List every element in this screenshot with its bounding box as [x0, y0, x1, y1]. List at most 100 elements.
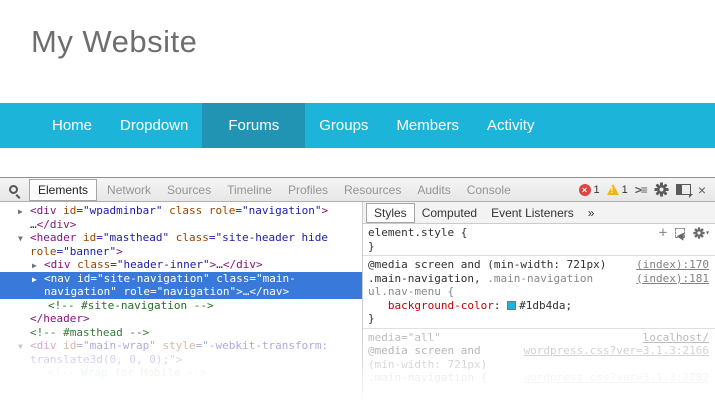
site-title: My Website	[31, 24, 197, 60]
expander-closed-icon[interactable]: ▶	[32, 259, 37, 273]
styles-panel: StylesComputedEvent Listeners» element.s…	[363, 202, 715, 401]
nav-item-dropdown[interactable]: Dropdown	[106, 103, 202, 148]
dom-tree-row[interactable]: navigation" role="navigation">…</nav>	[0, 285, 362, 299]
expander-closed-icon[interactable]: ▶	[18, 205, 23, 219]
tab-timeline[interactable]: Timeline	[219, 180, 280, 200]
sidebar-tab-»[interactable]: »	[581, 204, 602, 222]
dom-tree-row[interactable]: translate3d(0, 0, 0);">	[0, 353, 362, 367]
expander-closed-icon[interactable]: ▶	[32, 273, 37, 287]
dom-tree-row[interactable]: …</div>	[0, 218, 362, 232]
tab-audits[interactable]: Audits	[409, 180, 458, 200]
dom-tree-row[interactable]: ▶<div class="header-inner">…</div>	[0, 258, 362, 272]
warning-badge-icon[interactable]	[607, 184, 619, 195]
tab-sources[interactable]: Sources	[159, 180, 219, 200]
code-text: ="banner"	[57, 245, 117, 258]
devtools-tabs: ElementsNetworkSourcesTimelineProfilesRe…	[27, 178, 519, 201]
gear-icon[interactable]	[654, 182, 669, 197]
code-text: ="main-	[249, 272, 295, 285]
style-rule-line[interactable]: ul.nav-menu {	[363, 285, 715, 299]
code-text: class	[77, 258, 110, 271]
tab-elements[interactable]: Elements	[29, 179, 97, 201]
dom-tree-row[interactable]: ▼<div id="main-wrap" style="-webkit-tran…	[0, 339, 362, 353]
code-text: ="site-navigation"	[90, 272, 209, 285]
code-text: >	[116, 245, 123, 258]
code-text: <div	[30, 204, 57, 217]
screenshot-root: My Website HomeDropdownForumsGroupsMembe…	[0, 0, 715, 401]
code-text: <div	[30, 339, 57, 352]
color-swatch-icon[interactable]	[507, 301, 516, 310]
code-text: ="header-inner"	[110, 258, 209, 271]
stylesheet-link[interactable]: wordpress.css?ver=3.1.3:2282	[524, 371, 709, 385]
code-text: :	[494, 299, 507, 312]
nav-item-forums[interactable]: Forums	[202, 103, 305, 148]
gear-caret-icon[interactable]: ▾	[693, 226, 710, 240]
inspect-state-icon[interactable]	[675, 228, 685, 238]
expander-open-icon[interactable]: ▼	[18, 232, 23, 246]
dom-tree-row[interactable]: ▼<header id="masthead" class="site-heade…	[0, 231, 362, 245]
code-text: style	[162, 339, 195, 352]
sidebar-tab-computed[interactable]: Computed	[415, 204, 484, 222]
code-text: media="all"	[368, 331, 441, 344]
rule-separator	[363, 328, 715, 329]
sidebar-tab-styles[interactable]: Styles	[366, 203, 415, 223]
code-text	[76, 231, 83, 244]
code-text: <div	[44, 258, 71, 271]
elements-tree-panel: ▶<div id="wpadminbar" class role="naviga…	[0, 202, 362, 401]
close-icon[interactable]: ×	[698, 183, 706, 197]
tab-network[interactable]: Network	[99, 180, 159, 200]
code-text: id	[77, 272, 90, 285]
code-text: …	[30, 218, 37, 231]
error-count[interactable]: 1	[594, 184, 600, 196]
tab-console[interactable]: Console	[459, 180, 519, 200]
code-text: translate3d(0, 0, 0);"	[30, 353, 176, 366]
nav-item-activity[interactable]: Activity	[473, 103, 549, 148]
code-text: >	[236, 285, 243, 298]
stylesheet-link[interactable]: wordpress.css?ver=3.1.3:2166	[524, 344, 709, 358]
nav-item-members[interactable]: Members	[382, 103, 473, 148]
sidebar-tab-event-listeners[interactable]: Event Listeners	[484, 204, 581, 222]
devtools-toolbar: ElementsNetworkSourcesTimelineProfilesRe…	[0, 178, 715, 202]
code-text: @media screen and (min-width: 721px)	[368, 258, 606, 271]
code-text: <!-- #site-navigation -->	[48, 299, 214, 312]
search-icon[interactable]	[9, 185, 18, 194]
style-rule-line[interactable]: element.style {+▾	[363, 226, 715, 240]
nav-item-home[interactable]: Home	[38, 103, 106, 148]
expander-open-icon[interactable]: ▼	[18, 340, 23, 354]
code-text: #1db4da;	[519, 299, 572, 312]
dom-tree-row[interactable]: <!-- #masthead -->	[0, 326, 362, 340]
nav-item-groups[interactable]: Groups	[305, 103, 382, 148]
code-text: class	[176, 231, 209, 244]
style-rule-line[interactable]: (min-width: 721px)	[363, 358, 715, 372]
code-text: <!-- Wrap for Mobile -->	[48, 366, 207, 379]
dom-tree-row[interactable]: <!-- #site-navigation -->	[0, 299, 362, 313]
code-text: ul.nav-menu {	[368, 285, 454, 298]
style-rule-line[interactable]: media="all" localhost/	[363, 331, 715, 345]
code-text: <nav	[44, 272, 71, 285]
dom-tree-row[interactable]: </header>	[0, 312, 362, 326]
dom-tree-row[interactable]: role="banner">	[0, 245, 362, 259]
style-rule-line[interactable]: .main-navigation {wordpress.css?ver=3.1.…	[363, 371, 715, 385]
style-rule-line[interactable]: @media screen andwordpress.css?ver=3.1.3…	[363, 344, 715, 358]
stylesheet-link[interactable]: (index):181	[636, 272, 709, 286]
style-rule-line[interactable]: }	[363, 240, 715, 254]
dom-tree-row[interactable]: <!-- Wrap for Mobile -->	[0, 366, 362, 380]
stylesheet-link[interactable]: (index):170	[636, 258, 709, 272]
tab-resources[interactable]: Resources	[336, 180, 409, 200]
style-rule-line[interactable]: .main-navigation, .main-navigation(index…	[363, 272, 715, 286]
dom-tree-row[interactable]: ▶<div id="wpadminbar" class role="naviga…	[0, 204, 362, 218]
code-text: </header>	[30, 312, 90, 325]
error-badge-icon[interactable]: ×	[579, 184, 591, 196]
style-rule-line[interactable]: @media screen and (min-width: 721px) (ind…	[363, 258, 715, 272]
warning-count[interactable]: 1	[622, 184, 628, 196]
dom-tree-row[interactable]: ▶<nav id="site-navigation" class="main-	[0, 272, 362, 286]
style-rule-line[interactable]: }	[363, 312, 715, 326]
styles-rules-list: element.style {+▾}@media screen and (min…	[363, 224, 715, 385]
style-rule-line[interactable]: background-color: #1db4da;	[363, 299, 715, 313]
code-text: <!-- #masthead -->	[30, 326, 149, 339]
dock-side-icon[interactable]	[676, 184, 691, 195]
console-drawer-icon[interactable]: >≡	[635, 183, 647, 197]
stylesheet-link[interactable]: localhost/	[643, 331, 709, 345]
add-rule-icon[interactable]: +	[659, 227, 667, 239]
tab-profiles[interactable]: Profiles	[280, 180, 336, 200]
code-text: id	[63, 339, 76, 352]
